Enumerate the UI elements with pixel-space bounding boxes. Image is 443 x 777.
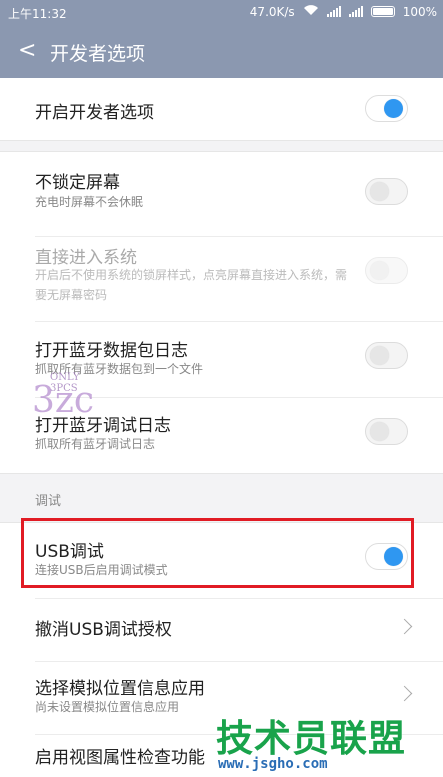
watermark-tag: ONLY 3PCS bbox=[50, 372, 80, 394]
signal-icon-sim1 bbox=[326, 6, 341, 17]
row-subtitle: 充电时屏幕不会休眠 bbox=[35, 195, 144, 209]
row-direct-enter-system: 直接进入系统 开启后不使用系统的锁屏样式，点亮屏幕直接进入系统，需要无屏幕密码 bbox=[0, 237, 443, 321]
row-subtitle: 开启后不使用系统的锁屏样式，点亮屏幕直接进入系统，需要无屏幕密码 bbox=[35, 268, 348, 302]
brand-logo: 技术员联盟 www.jsgho.com bbox=[214, 706, 443, 777]
bluetooth-debug-log-toggle[interactable] bbox=[365, 418, 408, 445]
row-enable-developer-options[interactable]: 开启开发者选项 bbox=[0, 78, 443, 140]
brand-url: www.jsgho.com bbox=[218, 756, 328, 772]
battery-level: 100% bbox=[402, 4, 437, 19]
row-label: 撤消USB调试授权 bbox=[35, 620, 172, 640]
usb-debugging-highlight bbox=[21, 518, 414, 588]
title-bar: < 开发者选项 bbox=[0, 26, 443, 78]
bluetooth-hci-log-toggle[interactable] bbox=[365, 342, 408, 369]
back-arrow-icon[interactable]: < bbox=[18, 38, 36, 63]
chevron-right-icon bbox=[396, 685, 413, 702]
toggle-knob bbox=[370, 346, 389, 365]
chevron-right-icon bbox=[396, 618, 413, 635]
wifi-icon bbox=[303, 4, 319, 19]
signal-icon-sim2 bbox=[348, 6, 363, 17]
status-time: 上午11:32 bbox=[8, 7, 67, 21]
row-stay-awake[interactable]: 不锁定屏幕 充电时屏幕不会休眠 bbox=[0, 152, 443, 236]
page-title: 开发者选项 bbox=[50, 43, 146, 65]
toggle-knob bbox=[384, 99, 403, 118]
row-label: 开启开发者选项 bbox=[35, 103, 154, 123]
status-bar: 上午11:32 47.0K/s 100% bbox=[0, 0, 443, 26]
row-label: 选择模拟位置信息应用 bbox=[35, 679, 205, 699]
brand-text: 技术员联盟 bbox=[216, 717, 406, 760]
row-label: 不锁定屏幕 bbox=[35, 173, 120, 193]
toggle-knob bbox=[370, 261, 389, 280]
row-label: 启用视图属性检查功能 bbox=[35, 748, 205, 768]
stay-awake-toggle[interactable] bbox=[365, 178, 408, 205]
toggle-knob bbox=[370, 182, 389, 201]
row-label: 打开蓝牙数据包日志 bbox=[35, 341, 188, 361]
section-divider: 调试 bbox=[0, 473, 443, 523]
row-subtitle: 抓取所有蓝牙调试日志 bbox=[35, 437, 156, 451]
section-header-debug: 调试 bbox=[35, 494, 62, 509]
row-revoke-usb-authorizations[interactable]: 撤消USB调试授权 bbox=[0, 599, 443, 661]
settings-list: 开启开发者选项 不锁定屏幕 充电时屏幕不会休眠 直接进入系统 开启后不使用系统的… bbox=[0, 78, 443, 777]
watermark-logo: ONLY 3PCS 3zc bbox=[32, 372, 94, 421]
direct-enter-system-toggle bbox=[365, 257, 408, 284]
developer-options-toggle[interactable] bbox=[365, 95, 408, 122]
net-speed: 47.0K/s bbox=[249, 4, 295, 19]
status-icons: 47.0K/s 100% bbox=[250, 4, 437, 19]
battery-icon bbox=[370, 6, 395, 17]
toggle-knob bbox=[370, 422, 389, 441]
section-divider bbox=[0, 140, 443, 152]
